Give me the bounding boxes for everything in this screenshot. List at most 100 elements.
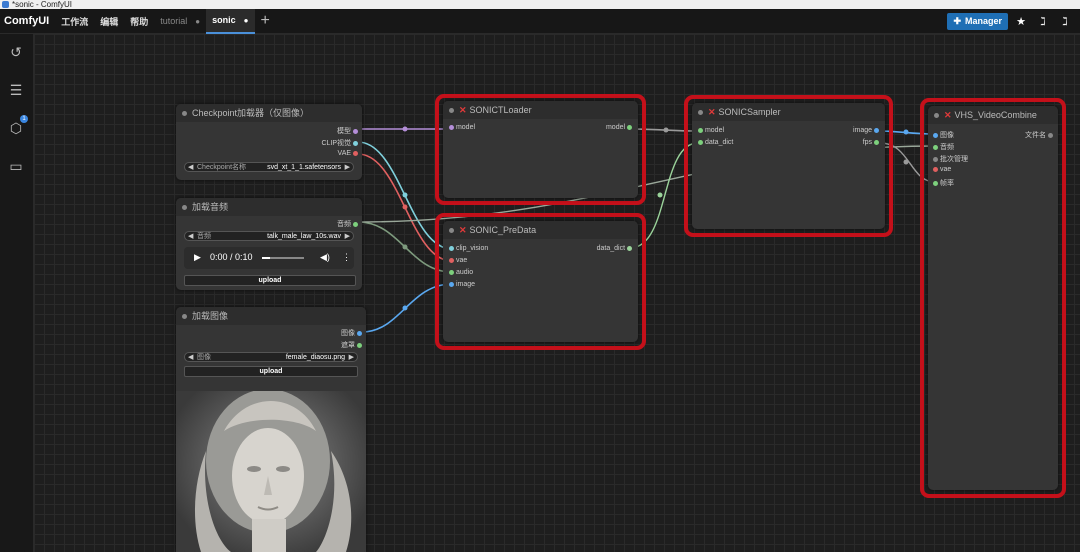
input-audio[interactable]: 音频 (933, 142, 954, 152)
output-audio[interactable]: 音频 (337, 219, 358, 229)
port-dot[interactable] (933, 166, 938, 172)
node-sonic-predata[interactable]: ✕ SONIC_PreData clip_vision vae audio ima… (443, 221, 638, 342)
collapse-dot[interactable] (182, 205, 187, 210)
input-clip-vision[interactable]: clip_vision (449, 245, 488, 252)
arrow-right-icon[interactable]: ▶ (349, 353, 354, 363)
output-vae[interactable]: VAE (338, 150, 358, 157)
node-sonic-sampler[interactable]: ✕ SONICSampler model data_dict image fps (692, 103, 885, 229)
star-icon[interactable]: ★ (1012, 15, 1030, 28)
port-dot[interactable] (449, 124, 454, 130)
input-model[interactable]: model (698, 127, 724, 134)
port-dot[interactable] (357, 342, 362, 348)
port-dot[interactable] (353, 128, 358, 134)
port-dot[interactable] (933, 132, 938, 138)
menu-edit[interactable]: 编辑 (94, 15, 124, 28)
arrow-left-icon[interactable]: ◀ (188, 353, 193, 363)
output-clip-vision[interactable]: CLIP视觉 (321, 138, 358, 148)
input-image[interactable]: image (449, 281, 475, 288)
image-upload-button[interactable]: upload (184, 366, 358, 377)
input-label: 批次管理 (939, 156, 968, 163)
port-dot[interactable] (874, 127, 879, 133)
port-dot[interactable] (449, 257, 454, 263)
arrow-right-icon[interactable]: ▶ (345, 232, 350, 242)
arrow-left-icon[interactable]: ◀ (188, 232, 193, 242)
input-audio[interactable]: audio (449, 269, 473, 276)
output-data-dict[interactable]: data_dict (597, 245, 632, 252)
translate-alt-icon[interactable]: ℷ (1056, 15, 1074, 28)
port-dot[interactable] (933, 180, 938, 186)
output-image[interactable]: image (853, 127, 879, 134)
volume-icon[interactable]: ◀) (320, 252, 330, 263)
node-header[interactable]: 加载音频 (176, 198, 362, 216)
input-vae[interactable]: vae (449, 257, 467, 264)
menu-help[interactable]: 帮助 (124, 15, 154, 28)
output-filenames[interactable]: 文件名 (1025, 130, 1053, 140)
queue-list-icon[interactable]: ☰ (6, 80, 26, 100)
node-header[interactable]: Checkpoint加载器（仅图像） (176, 104, 362, 122)
node-title: SONIC_PreData (469, 225, 537, 235)
port-dot[interactable] (1048, 132, 1053, 138)
port-dot[interactable] (353, 140, 358, 146)
output-fps[interactable]: fps (863, 139, 879, 146)
manager-button[interactable]: ✚ Manager (947, 12, 1008, 30)
node-library-icon[interactable]: ⬡ 1 (6, 115, 28, 138)
brand-logo[interactable]: ComfyUI (0, 15, 55, 27)
audio-progress-bar[interactable] (262, 257, 304, 259)
add-tab-button[interactable]: + (255, 12, 276, 30)
port-dot[interactable] (627, 124, 632, 130)
output-image[interactable]: 图像 (341, 328, 362, 338)
port-dot[interactable] (353, 150, 358, 156)
image-file-combo[interactable]: ◀ 图像 female_diaosu.png ▶ (184, 352, 358, 362)
input-frame-rate[interactable]: 帧率 (933, 178, 954, 188)
port-dot[interactable] (449, 281, 454, 287)
input-vae[interactable]: vae (933, 166, 951, 173)
port-dot[interactable] (449, 245, 454, 251)
audio-player[interactable]: ▶ 0:00 / 0:10 ◀) ⋮ (184, 247, 354, 269)
tab-tutorial[interactable]: tutorial ● (154, 9, 206, 34)
port-dot[interactable] (357, 330, 362, 336)
input-model[interactable]: model (449, 124, 475, 131)
audio-file-combo[interactable]: ◀ 音频 talk_male_law_10s.wav ▶ (184, 231, 354, 241)
node-vhs-video-combine[interactable]: ✕ VHS_VideoCombine 图像 音频 批次管理 vae 帧率 文件名 (928, 106, 1058, 490)
checkpoint-name-combo[interactable]: ◀ Checkpoint名称 svd_xt_1_1.safetensors ▶ (184, 162, 354, 172)
arrow-right-icon[interactable]: ▶ (345, 163, 350, 173)
history-icon[interactable]: ↺ (6, 42, 26, 62)
collapse-dot[interactable] (449, 228, 454, 233)
collapse-dot[interactable] (182, 111, 187, 116)
output-model[interactable]: 模型 (337, 126, 358, 136)
input-images[interactable]: 图像 (933, 130, 954, 140)
collapse-dot[interactable] (449, 108, 454, 113)
node-header[interactable]: ✕ SONICSampler (692, 103, 885, 121)
input-batch-manager[interactable]: 批次管理 (933, 154, 968, 164)
node-header[interactable]: ✕ SONIC_PreData (443, 221, 638, 239)
node-header[interactable]: ✕ VHS_VideoCombine (928, 106, 1058, 124)
port-dot[interactable] (698, 127, 703, 133)
collapse-dot[interactable] (934, 113, 939, 118)
node-header[interactable]: ✕ SONICTLoader (443, 101, 638, 119)
port-dot[interactable] (627, 245, 632, 251)
collapse-dot[interactable] (698, 110, 703, 115)
tab-sonic[interactable]: sonic ● (206, 8, 255, 34)
menu-workflow[interactable]: 工作流 (55, 15, 94, 28)
port-dot[interactable] (933, 156, 938, 162)
port-dot[interactable] (933, 144, 938, 150)
output-label: 音频 (337, 221, 352, 228)
arrow-left-icon[interactable]: ◀ (188, 163, 193, 173)
collapse-dot[interactable] (182, 314, 187, 319)
port-dot[interactable] (874, 139, 879, 145)
node-sonic-loader[interactable]: ✕ SONICTLoader model model (443, 101, 638, 198)
output-mask[interactable]: 遮罩 (341, 340, 362, 350)
port-dot[interactable] (698, 139, 703, 145)
port-dot[interactable] (353, 221, 358, 227)
input-data-dict[interactable]: data_dict (698, 139, 733, 146)
node-header[interactable]: 加载图像 (176, 307, 366, 325)
play-icon[interactable]: ▶ (194, 252, 201, 263)
audio-upload-button[interactable]: upload (184, 275, 356, 286)
folder-icon[interactable]: ▭ (6, 156, 26, 176)
node-checkpoint-loader[interactable]: Checkpoint加载器（仅图像） 模型 CLIP视觉 VAE ◀ Checkp… (176, 104, 362, 180)
translate-icon[interactable]: ℷ (1034, 15, 1052, 28)
node-load-audio[interactable]: 加载音频 音频 ◀ 音频 talk_male_law_10s.wav ▶ ▶ 0:00… (176, 198, 362, 290)
port-dot[interactable] (449, 269, 454, 275)
output-model[interactable]: model (606, 124, 632, 131)
more-options-icon[interactable]: ⋮ (342, 252, 351, 263)
